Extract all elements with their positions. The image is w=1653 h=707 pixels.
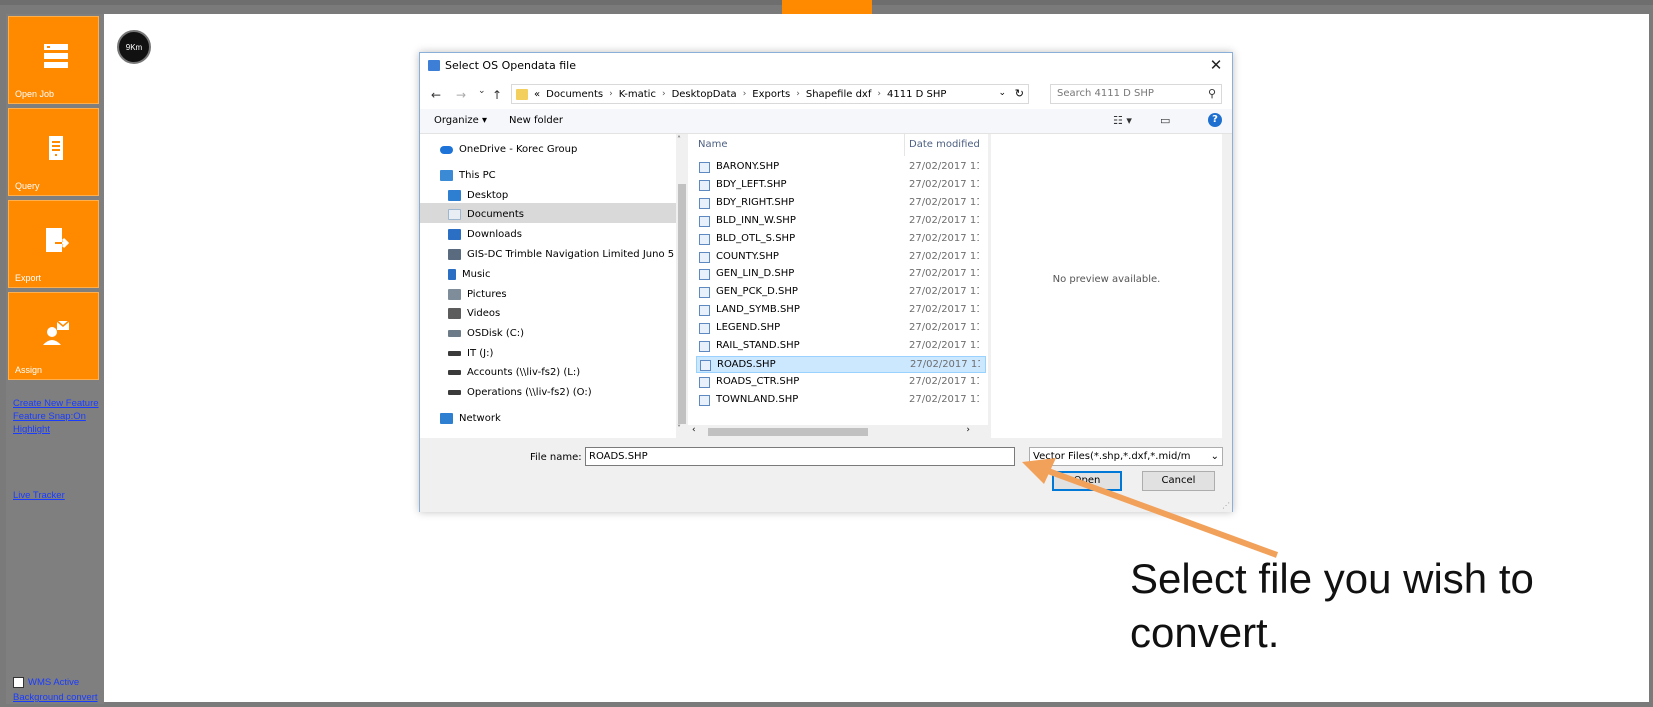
instruction-line-2: convert. [1130, 609, 1280, 656]
instruction-callout: Select file you wish to convert. [1130, 552, 1534, 660]
annotation-arrow-line [1038, 465, 1279, 558]
instruction-line-1: Select file you wish to [1130, 555, 1534, 602]
